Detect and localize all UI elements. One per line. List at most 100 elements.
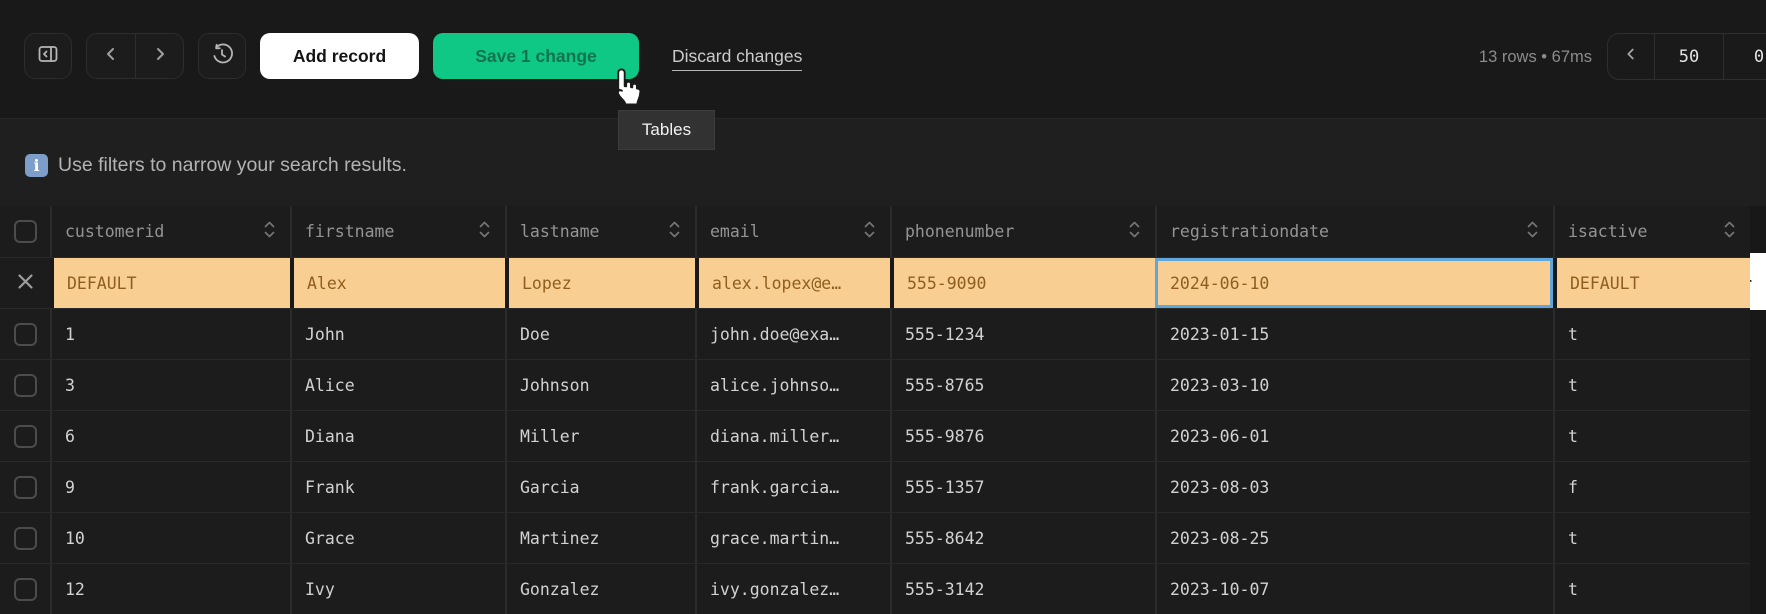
panel-left-icon	[37, 43, 59, 70]
cell-phonenumber[interactable]: 555-8765	[890, 360, 1155, 410]
remove-new-row-button[interactable]	[16, 272, 35, 295]
sort-icon[interactable]	[1722, 218, 1737, 245]
column-header-label: isactive	[1568, 222, 1647, 241]
cell-firstname[interactable]: Diana	[290, 411, 505, 461]
cell-customerid[interactable]: DEFAULT	[50, 258, 290, 308]
row-checkbox[interactable]	[14, 476, 37, 499]
cell-isactive[interactable]: t	[1553, 411, 1750, 461]
cell-lastname[interactable]: Martinez	[505, 513, 695, 563]
cell-isactive[interactable]: t	[1553, 309, 1750, 359]
cell-registrationdate[interactable]: 2023-08-25	[1155, 513, 1553, 563]
query-history-button[interactable]	[198, 33, 246, 79]
sort-icon[interactable]	[667, 218, 682, 245]
nav-forward-button[interactable]	[135, 34, 183, 78]
discard-changes-link[interactable]: Discard changes	[672, 46, 802, 71]
cell-email[interactable]: ivy.gonzalez…	[695, 564, 890, 614]
cell-firstname[interactable]: Grace	[290, 513, 505, 563]
page-prev-button[interactable]	[1608, 34, 1654, 79]
sidebar-toggle-button[interactable]	[24, 33, 72, 79]
cell-registrationdate[interactable]: 2023-03-10	[1155, 360, 1553, 410]
sort-icon[interactable]	[1525, 218, 1540, 245]
row-select-cell	[0, 258, 50, 308]
row-select-cell	[0, 513, 50, 563]
filter-hint-banner: i Use filters to narrow your search resu…	[0, 118, 1766, 206]
cell-firstname[interactable]: Alice	[290, 360, 505, 410]
row-checkbox[interactable]	[14, 425, 37, 448]
column-header-lastname[interactable]: lastname	[505, 206, 695, 257]
select-all-checkbox[interactable]	[14, 220, 37, 243]
sort-icon[interactable]	[477, 218, 492, 245]
pagination-control: 50 0	[1607, 33, 1766, 80]
cell-customerid[interactable]: 12	[50, 564, 290, 614]
cell-email[interactable]: diana.miller…	[695, 411, 890, 461]
filter-hint-text: Use filters to narrow your search result…	[58, 154, 407, 177]
column-header-registrationdate[interactable]: registrationdate	[1155, 206, 1553, 257]
row-select-cell	[0, 411, 50, 461]
cell-customerid[interactable]: 1	[50, 309, 290, 359]
cell-customerid[interactable]: 9	[50, 462, 290, 512]
cell-registrationdate[interactable]: 2023-10-07	[1155, 564, 1553, 614]
row-select-cell	[0, 309, 50, 359]
cell-lastname[interactable]: Miller	[505, 411, 695, 461]
sort-icon[interactable]	[1127, 218, 1142, 245]
cell-isactive[interactable]: t	[1553, 564, 1750, 614]
cell-isactive[interactable]: DEFAULT	[1553, 258, 1750, 308]
cell-isactive[interactable]: t	[1553, 360, 1750, 410]
row-checkbox[interactable]	[14, 374, 37, 397]
cell-phonenumber[interactable]: 555-8642	[890, 513, 1155, 563]
table-row: 1JohnDoejohn.doe@exa…555-12342023-01-15t	[0, 308, 1750, 359]
sort-icon[interactable]	[262, 218, 277, 245]
column-header-phonenumber[interactable]: phonenumber	[890, 206, 1155, 257]
sort-icon[interactable]	[862, 218, 877, 245]
cell-phonenumber[interactable]: 555-1234	[890, 309, 1155, 359]
row-select-cell	[0, 360, 50, 410]
history-nav-group	[86, 33, 184, 79]
column-header-label: registrationdate	[1170, 222, 1329, 241]
cell-registrationdate[interactable]: 2023-06-01	[1155, 411, 1553, 461]
cell-lastname[interactable]: Lopez	[505, 258, 695, 308]
chevron-right-icon	[151, 45, 169, 68]
cell-phonenumber[interactable]: 555-9876	[890, 411, 1155, 461]
nav-back-button[interactable]	[87, 34, 135, 78]
column-header-label: email	[710, 222, 760, 241]
cell-customerid[interactable]: 3	[50, 360, 290, 410]
cell-phonenumber[interactable]: 555-1357	[890, 462, 1155, 512]
column-header-label: lastname	[520, 222, 599, 241]
cell-customerid[interactable]: 10	[50, 513, 290, 563]
table-row: 9FrankGarciafrank.garcia…555-13572023-08…	[0, 461, 1750, 512]
page-offset-field[interactable]: 0	[1724, 34, 1766, 79]
row-checkbox[interactable]	[14, 527, 37, 550]
save-changes-button[interactable]: Save 1 change	[433, 33, 639, 79]
cell-lastname[interactable]: Gonzalez	[505, 564, 695, 614]
cell-registrationdate[interactable]: 2024-06-10	[1155, 258, 1553, 308]
cell-registrationdate[interactable]: 2023-01-15	[1155, 309, 1553, 359]
cell-email[interactable]: grace.martin…	[695, 513, 890, 563]
cell-isactive[interactable]: f	[1553, 462, 1750, 512]
cell-email[interactable]: alice.johnso…	[695, 360, 890, 410]
row-checkbox[interactable]	[14, 578, 37, 601]
cell-registrationdate[interactable]: 2023-08-03	[1155, 462, 1553, 512]
cell-lastname[interactable]: Garcia	[505, 462, 695, 512]
cell-isactive[interactable]: t	[1553, 513, 1750, 563]
table-row: 10GraceMartinezgrace.martin…555-86422023…	[0, 512, 1750, 563]
cell-lastname[interactable]: Doe	[505, 309, 695, 359]
column-header-email[interactable]: email	[695, 206, 890, 257]
row-checkbox[interactable]	[14, 323, 37, 346]
cell-firstname[interactable]: Alex	[290, 258, 505, 308]
cell-customerid[interactable]: 6	[50, 411, 290, 461]
cell-lastname[interactable]: Johnson	[505, 360, 695, 410]
cell-firstname[interactable]: Ivy	[290, 564, 505, 614]
cell-email[interactable]: alex.lopex@e…	[695, 258, 890, 308]
column-header-firstname[interactable]: firstname	[290, 206, 505, 257]
cell-email[interactable]: frank.garcia…	[695, 462, 890, 512]
cell-firstname[interactable]: Frank	[290, 462, 505, 512]
info-icon: i	[25, 154, 48, 177]
cell-phonenumber[interactable]: 555-3142	[890, 564, 1155, 614]
cell-email[interactable]: john.doe@exa…	[695, 309, 890, 359]
cell-firstname[interactable]: John	[290, 309, 505, 359]
page-size-field[interactable]: 50	[1654, 34, 1724, 79]
cell-phonenumber[interactable]: 555-9090	[890, 258, 1155, 308]
column-header-isactive[interactable]: isactive	[1553, 206, 1750, 257]
column-header-customerid[interactable]: customerid	[50, 206, 290, 257]
add-record-button[interactable]: Add record	[260, 33, 419, 79]
